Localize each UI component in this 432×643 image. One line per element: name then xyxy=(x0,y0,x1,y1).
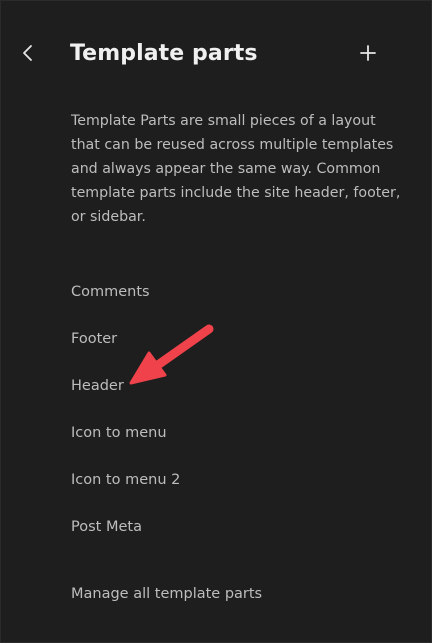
template-part-comments[interactable]: Comments xyxy=(71,280,180,327)
template-part-header[interactable]: Header xyxy=(71,374,180,421)
template-part-icon-to-menu[interactable]: Icon to menu xyxy=(71,421,180,468)
page-title: Template parts xyxy=(70,41,258,66)
template-parts-list: Comments Footer Header Icon to menu Icon… xyxy=(71,280,180,562)
panel-header: Template parts xyxy=(1,1,432,111)
chevron-left-icon xyxy=(23,45,32,61)
template-part-post-meta[interactable]: Post Meta xyxy=(71,515,180,562)
template-part-footer[interactable]: Footer xyxy=(71,327,180,374)
plus-icon xyxy=(360,45,376,61)
manage-all-template-parts-link[interactable]: Manage all template parts xyxy=(71,582,262,606)
add-template-part-button[interactable] xyxy=(355,39,381,67)
template-part-icon-to-menu-2[interactable]: Icon to menu 2 xyxy=(71,468,180,515)
template-parts-panel: Template parts Template Parts are small … xyxy=(0,0,432,643)
back-button[interactable] xyxy=(15,39,41,67)
panel-description: Template Parts are small pieces of a lay… xyxy=(71,113,401,225)
